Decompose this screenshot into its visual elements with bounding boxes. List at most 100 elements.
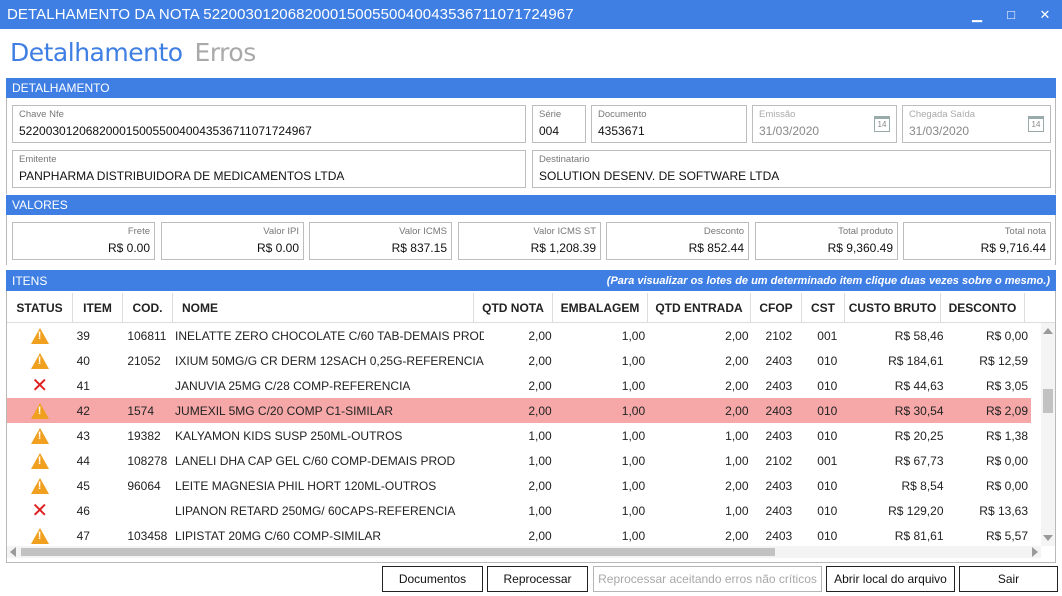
cell-cod: 21052 [127,353,161,368]
reprocessar-aceitando-button[interactable]: Reprocessar aceitando erros não críticos [593,566,822,592]
col-qtd-nota[interactable]: QTD NOTA [474,293,553,323]
cell-nome: KALYAMON KIDS SUSP 250ML-OUTROS [175,428,403,443]
vertical-scrollbar[interactable] [1041,323,1055,546]
cell-cst: 010 [817,403,838,418]
cell-qtd-nota: 1,00 [528,503,552,518]
col-custo-bruto[interactable]: CUSTO BRUTO [845,293,941,323]
documentos-button[interactable]: Documentos [382,566,483,592]
cell-cod: 19382 [127,428,161,443]
cell-cfop: 2403 [765,428,793,443]
horizontal-scrollbar[interactable] [7,546,1041,558]
vertical-scroll-thumb[interactable] [1043,389,1053,413]
error-icon: ✕ [31,499,49,522]
col-desconto[interactable]: DESCONTO [941,293,1025,323]
table-row[interactable]: 45 96064 LEITE MAGNESIA PHIL HORT 120ML-OU… [7,473,1031,498]
cell-qtd-nota: 2,00 [528,378,552,393]
documento-field[interactable]: Documento 4353671 [591,105,747,143]
documento-label: Documento [598,109,647,120]
scroll-up-icon[interactable] [1043,328,1053,334]
close-icon[interactable]: ✕ [1028,0,1062,29]
col-item[interactable]: ITEM [73,293,123,323]
cell-qtd-entrada: 2,00 [725,528,749,543]
total-produto-field[interactable]: Total produto R$ 9,360.49 [755,222,898,260]
table-row[interactable]: 39 106811 INELATTE ZERO CHOCOLATE C/60 TAB… [7,323,1031,348]
serie-value: 004 [539,124,560,138]
warning-icon [30,352,49,369]
sair-button[interactable]: Sair [959,566,1058,592]
emitente-label: Emitente [19,154,57,165]
cell-desconto: R$ 3,05 [985,378,1028,393]
col-nome[interactable]: NOME [173,293,474,323]
itens-header: ITENS (Para visualizar os lotes de um de… [6,270,1056,291]
total-produto-value: R$ 9,360.49 [827,241,893,255]
cell-cst: 010 [817,478,838,493]
table-row[interactable]: ✕ 46 LIPANON RETARD 250MG/ 60CAPS-REFERENC… [7,498,1031,523]
cell-custo-bruto: R$ 67,73 [894,453,944,468]
warning-icon [30,452,49,469]
desconto-field[interactable]: Desconto R$ 852.44 [606,222,749,260]
cell-nome: LEITE MAGNESIA PHIL HORT 120ML-OUTROS [175,478,437,493]
table-row[interactable]: ✕ 41 JANUVIA 25MG C/28 COMP-REFERENCIA 2,00… [7,373,1031,398]
abrir-local-button[interactable]: Abrir local do arquivo [826,566,955,592]
col-status[interactable]: STATUS [7,293,73,323]
status-cell [7,448,73,473]
reprocessar-button[interactable]: Reprocessar [487,566,588,592]
col-cfop[interactable]: CFOP [751,293,802,323]
table-row[interactable]: 40 21052 IXIUM 50MG/G CR DERM 12SACH 0,25G… [7,348,1031,373]
valor-icms-field[interactable]: Valor ICMS R$ 837.15 [309,222,452,260]
col-cod[interactable]: COD. [123,293,173,323]
frete-field[interactable]: Frete R$ 0.00 [12,222,155,260]
total-nota-value: R$ 9,716.44 [980,241,1046,255]
col-cst[interactable]: CST [802,293,845,323]
cell-cst: 010 [817,378,838,393]
destinatario-value: SOLUTION DESENV. DE SOFTWARE LTDA [539,169,780,183]
detalhamento-header-label: DETALHAMENTO [12,81,110,95]
cell-cst: 001 [817,453,838,468]
destinatario-field[interactable]: Destinatario SOLUTION DESENV. DE SOFTWAR… [532,150,1051,188]
cell-cfop: 2102 [765,328,793,343]
valor-ipi-field[interactable]: Valor IPI R$ 0.00 [161,222,304,260]
cell-embalagem: 1,00 [621,528,646,543]
table-row[interactable]: 43 19382 KALYAMON KIDS SUSP 250ML-OUTROS 1,… [7,423,1031,448]
cell-cfop: 2102 [765,453,793,468]
chave-nfe-field[interactable]: Chave Nfe 522003012068200015005500400435… [12,105,526,143]
table-row[interactable]: 44 108278 LANELI DHA CAP GEL C/60 COMP-DEM… [7,448,1031,473]
table-row[interactable]: 47 103458 LIPISTAT 20MG C/60 COMP-SIMILAR 2… [7,523,1031,548]
scroll-left-icon[interactable] [10,547,16,557]
valor-icms-st-field[interactable]: Valor ICMS ST R$ 1,208.39 [458,222,601,260]
cell-embalagem: 1,00 [621,353,646,368]
chave-nfe-label: Chave Nfe [19,109,64,120]
scroll-right-icon[interactable] [1032,547,1038,557]
scroll-down-icon[interactable] [1043,535,1053,541]
tab-detalhamento[interactable]: Detalhamento [10,38,183,67]
valores-panel: Frete R$ 0.00 Valor IPI R$ 0.00 Valor IC… [6,215,1056,265]
maximize-icon[interactable]: □ [994,0,1028,29]
desconto-value: R$ 852.44 [688,241,744,255]
tab-erros[interactable]: Erros [195,38,257,67]
cell-cst: 001 [817,328,838,343]
grid-header: STATUS ITEM COD. NOME QTD NOTA EMBALAGEM… [7,293,1055,323]
table-row[interactable]: 42 1574 JUMEXIL 5MG C/20 COMP C1-SIMILAR 2,… [7,398,1031,423]
cell-qtd-entrada: 1,00 [725,503,749,518]
serie-field[interactable]: Série 004 [532,105,586,143]
cell-desconto: R$ 1,38 [985,428,1028,443]
col-embalagem[interactable]: EMBALAGEM [553,293,648,323]
valor-ipi-value: R$ 0.00 [256,241,299,255]
cell-cod: 106811 [127,328,167,343]
items-grid[interactable]: STATUS ITEM COD. NOME QTD NOTA EMBALAGEM… [7,293,1055,561]
emissao-field: Emissão 31/03/2020 14 [752,105,897,143]
emitente-value: PANPHARMA DISTRIBUIDORA DE MEDICAMENTOS … [19,169,345,183]
valor-icms-st-value: R$ 1,208.39 [530,241,596,255]
cell-custo-bruto: R$ 20,25 [894,428,944,443]
total-nota-field[interactable]: Total nota R$ 9,716.44 [903,222,1051,260]
col-qtd-entrada[interactable]: QTD ENTRADA [648,293,751,323]
cell-custo-bruto: R$ 44,63 [894,378,944,393]
status-cell [7,423,73,448]
cell-custo-bruto: R$ 30,54 [894,403,944,418]
emitente-field[interactable]: Emitente PANPHARMA DISTRIBUIDORA DE MEDI… [12,150,526,188]
cell-cod [122,498,172,523]
status-cell [7,473,73,498]
chegada-saida-value: 31/03/2020 [909,124,970,138]
horizontal-scroll-thumb[interactable] [21,548,775,556]
minimize-icon[interactable]: ▁ [960,0,994,29]
